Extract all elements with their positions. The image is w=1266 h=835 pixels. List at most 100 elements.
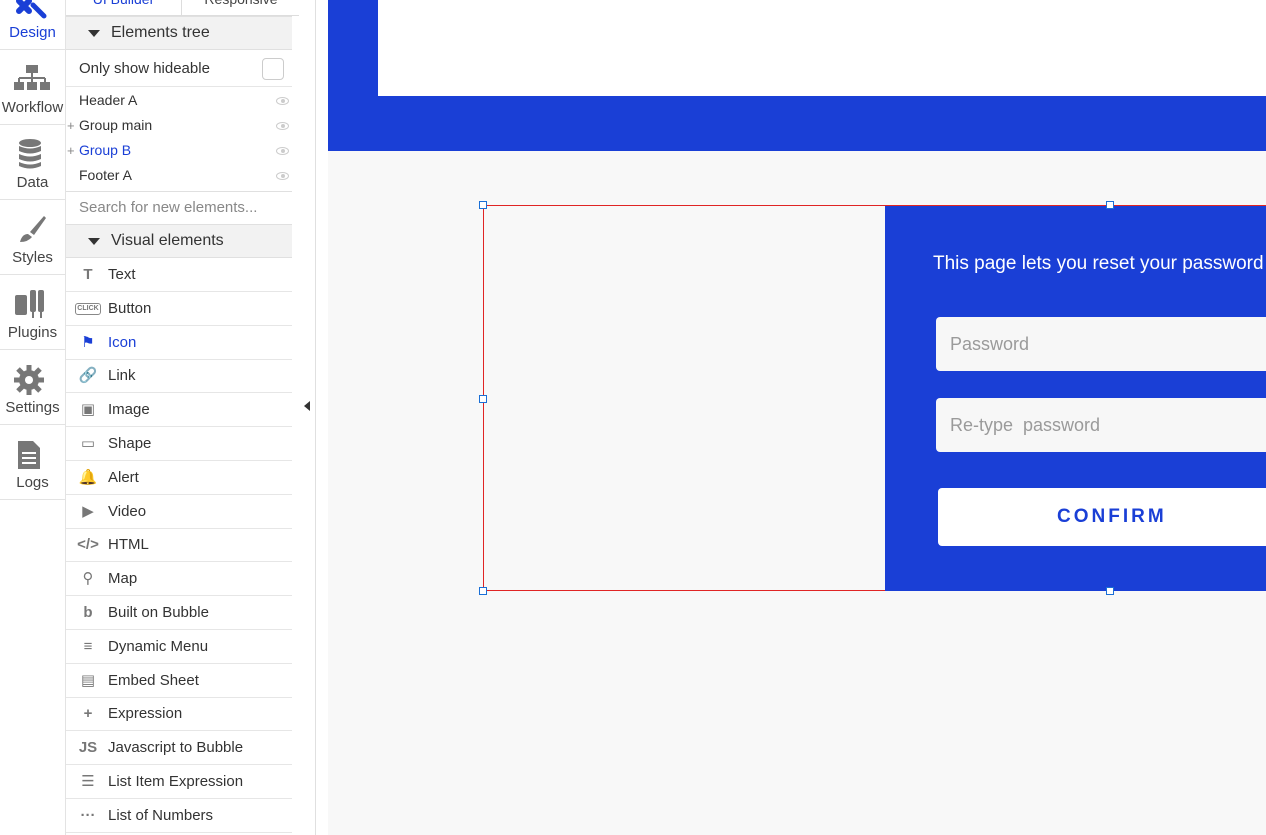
palette-item-text[interactable]: T Text	[66, 258, 292, 292]
password-field[interactable]	[936, 317, 1266, 371]
eye-icon[interactable]	[276, 147, 289, 155]
palette-item-shape[interactable]: ▭ Shape	[66, 427, 292, 461]
list-icon: ☰	[81, 773, 95, 790]
resize-handle-bottom-left[interactable]	[479, 587, 487, 595]
shape-icon: ▭	[80, 435, 96, 452]
palette-item-list-item-expression[interactable]: ☰ List Item Expression	[66, 765, 292, 799]
reset-info-text[interactable]: This page lets you reset your password	[925, 243, 1266, 287]
expand-plus-icon[interactable]: +	[67, 138, 75, 163]
palette-item-label: Alert	[108, 469, 139, 486]
retype-password-field[interactable]	[936, 398, 1266, 452]
palette-item-label: Text	[108, 266, 136, 283]
collapse-arrow-icon[interactable]	[304, 401, 310, 411]
nav-design[interactable]: Design	[0, 0, 65, 50]
password-input[interactable]	[950, 317, 1250, 371]
palette-item-label: Shape	[108, 435, 152, 452]
eye-icon[interactable]	[276, 122, 289, 130]
tree-item-group-b[interactable]: + Group B	[66, 138, 292, 163]
palette-item-video[interactable]: ▶ Video	[66, 495, 292, 529]
bell-icon: 🔔	[78, 469, 98, 486]
elements-tree-header[interactable]: Elements tree	[66, 16, 292, 50]
palette-item-dynamic-menu[interactable]: ≡ Dynamic Menu	[66, 630, 292, 664]
eye-icon[interactable]	[276, 97, 289, 105]
caret-down-icon	[88, 30, 100, 37]
palette-item-alert[interactable]: 🔔 Alert	[66, 461, 292, 495]
expand-plus-icon[interactable]: +	[67, 113, 75, 138]
resize-handle-top-left[interactable]	[479, 201, 487, 209]
left-nav: Design Workflow Data Styles Plugins Sett…	[0, 0, 66, 835]
nav-label-design: Design	[9, 24, 56, 41]
image-icon: ▣	[80, 401, 96, 418]
palette-item-label: Dynamic Menu	[108, 638, 209, 655]
text-icon: T	[83, 266, 93, 283]
palette-item-expression[interactable]: + Expression	[66, 697, 292, 731]
palette-item-map[interactable]: ⚲ Map	[66, 562, 292, 596]
elements-tree-title: Elements tree	[111, 24, 210, 41]
palette-item-icon[interactable]: ⚑ Icon	[66, 326, 292, 360]
palette-item-label: Link	[108, 367, 136, 384]
palette-item-html[interactable]: </> HTML	[66, 528, 292, 562]
tab-responsive[interactable]: Responsive	[183, 0, 299, 16]
only-hideable-row: Only show hideable	[66, 51, 292, 87]
confirm-button[interactable]: CONFIRM	[938, 488, 1266, 546]
palette-item-label: List of Numbers	[108, 807, 214, 824]
nav-label-plugins: Plugins	[7, 324, 58, 341]
brush-icon	[20, 216, 46, 242]
element-search-input[interactable]	[79, 192, 279, 224]
palette-item-embed-sheet[interactable]: ▤ Embed Sheet	[66, 664, 292, 698]
map-pin-icon: ⚲	[82, 570, 94, 587]
resize-handle-middle-left[interactable]	[479, 395, 487, 403]
panel-splitter[interactable]	[299, 0, 316, 835]
palette-item-label: Built on Bubble	[108, 604, 209, 621]
visual-elements-header[interactable]: Visual elements	[66, 224, 292, 258]
palette-item-label: Button	[108, 300, 152, 317]
tree-item-label: Group main	[79, 117, 153, 133]
only-hideable-checkbox[interactable]	[262, 58, 284, 80]
nav-logs[interactable]: Logs	[0, 425, 65, 500]
palette-item-label: Icon	[108, 334, 137, 351]
palette-item-label: Expression	[108, 705, 183, 722]
caret-down-icon	[88, 238, 100, 245]
document-icon	[18, 441, 40, 469]
dots-icon: ···	[80, 807, 96, 824]
tab-ui-builder[interactable]: UI Builder	[66, 0, 182, 16]
element-search	[66, 191, 292, 225]
palette-item-label: List Item Expression	[108, 773, 244, 790]
editor-canvas: This page lets you reset your password C…	[316, 0, 1266, 835]
palette-item-javascript-to-bubble[interactable]: JS Javascript to Bubble	[66, 731, 292, 765]
palette-item-button[interactable]: CLICK Button	[66, 292, 292, 326]
palette-item-list-of-numbers[interactable]: ··· List of Numbers	[66, 799, 292, 833]
palette-item-link[interactable]: 🔗 Link	[66, 359, 292, 393]
retype-password-input[interactable]	[950, 398, 1250, 452]
button-icon: CLICK	[75, 303, 101, 315]
header-inner-box[interactable]	[378, 0, 1266, 96]
group-b-selected[interactable]: This page lets you reset your password C…	[483, 205, 1266, 591]
palette-item-built-on-bubble[interactable]: b Built on Bubble	[66, 596, 292, 630]
bubble-logo-icon: b	[83, 604, 93, 621]
tree-item-group-main[interactable]: + Group main	[66, 113, 292, 138]
nav-settings[interactable]: Settings	[0, 350, 65, 425]
panel-tabs: UI Builder Responsive	[66, 0, 299, 16]
eye-icon[interactable]	[276, 172, 289, 180]
tree-item-footer-a[interactable]: Footer A	[66, 163, 292, 188]
nav-plugins[interactable]: Plugins	[0, 275, 65, 350]
resize-handle-top-middle[interactable]	[1106, 201, 1114, 209]
reset-password-panel[interactable]: This page lets you reset your password C…	[885, 206, 1266, 591]
palette-item-label: Video	[108, 503, 147, 520]
nav-label-settings: Settings	[5, 399, 60, 416]
tree-item-header-a[interactable]: Header A	[66, 88, 292, 113]
nav-workflow[interactable]: Workflow	[0, 50, 65, 125]
design-icon	[16, 0, 47, 19]
gear-icon	[14, 365, 44, 395]
palette-item-label: Map	[108, 570, 138, 587]
flag-icon: ⚑	[81, 334, 95, 351]
resize-handle-bottom-middle[interactable]	[1106, 587, 1114, 595]
header-a[interactable]	[328, 0, 1266, 151]
database-icon	[19, 139, 41, 169]
palette-item-label: Image	[108, 401, 150, 418]
visual-elements-title: Visual elements	[111, 232, 224, 249]
js-icon: JS	[78, 739, 98, 756]
palette-item-image[interactable]: ▣ Image	[66, 393, 292, 427]
nav-data[interactable]: Data	[0, 125, 65, 200]
nav-styles[interactable]: Styles	[0, 200, 65, 275]
